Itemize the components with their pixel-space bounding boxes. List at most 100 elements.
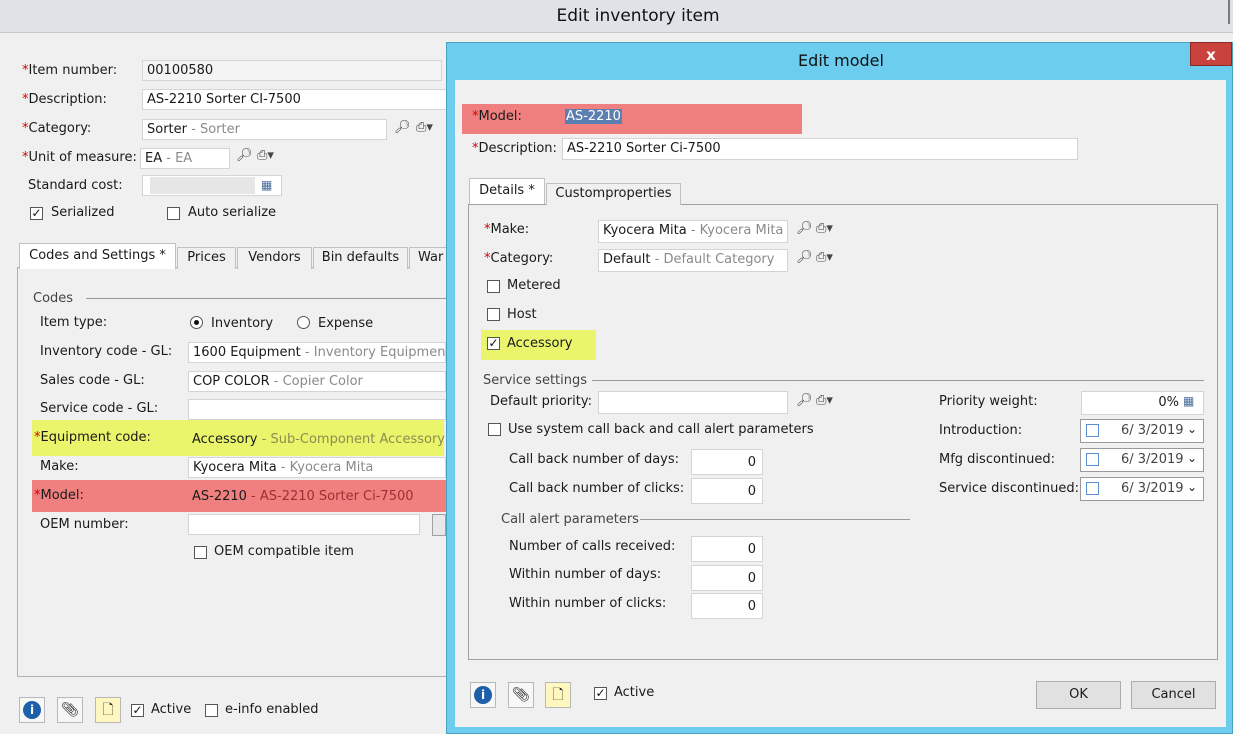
- item-type-inventory-radio[interactable]: [190, 316, 203, 329]
- item-type-inventory-label: Inventory: [211, 316, 274, 331]
- bg-window-title: Edit inventory item: [556, 6, 720, 26]
- tab-prices[interactable]: Prices: [177, 247, 236, 269]
- dialog-model-label: *Model:: [472, 109, 522, 124]
- service-settings-title: Service settings: [483, 373, 588, 388]
- dialog-notes-icon[interactable]: 🗋︎: [545, 682, 571, 708]
- chevron-down-icon[interactable]: ⌄: [1187, 480, 1197, 494]
- within-days-label: Within number of days:: [509, 567, 662, 582]
- sales-code-field[interactable]: COP COLOR - Copier Color: [188, 371, 446, 392]
- item-type-expense-radio[interactable]: [297, 316, 310, 329]
- calls-received-field[interactable]: 0: [691, 536, 763, 562]
- introduction-date[interactable]: 6/ 3/2019 ⌄: [1080, 419, 1204, 443]
- within-days-field[interactable]: 0: [691, 565, 763, 591]
- tab-details[interactable]: Details *: [469, 178, 545, 204]
- make-search-icon[interactable]: 🔎︎: [796, 221, 813, 236]
- inventory-code-field[interactable]: 1600 Equipment - Inventory Equipment: [188, 342, 446, 363]
- use-system-label: Use system call back and call alert para…: [508, 422, 814, 437]
- priority-search-icon[interactable]: 🔎︎: [796, 393, 813, 408]
- category-label: *Category:: [22, 121, 92, 136]
- tab-bin-defaults[interactable]: Bin defaults: [313, 247, 408, 269]
- calls-received-label: Number of calls received:: [509, 539, 676, 554]
- dialog-category-field[interactable]: Default - Default Category: [598, 249, 788, 272]
- introduction-date-checkbox[interactable]: [1086, 424, 1099, 437]
- oem-number-button[interactable]: [432, 514, 446, 536]
- equipment-code-label: *Equipment code:: [34, 430, 151, 445]
- make-dropdown-icon[interactable]: ⎙▾: [816, 221, 833, 236]
- service-discontinued-checkbox[interactable]: [1086, 482, 1099, 495]
- inventory-code-label: Inventory code - GL:: [40, 344, 173, 359]
- dialog-title: Edit model: [798, 51, 884, 70]
- service-settings-divider: [592, 380, 1204, 381]
- service-code-field[interactable]: [188, 399, 446, 420]
- auto-serialize-checkbox[interactable]: [167, 207, 180, 220]
- serialized-checkbox[interactable]: ✓: [30, 207, 43, 220]
- calculator-icon[interactable]: ▦: [261, 178, 272, 192]
- uom-dropdown-icon[interactable]: ⎙▾: [257, 148, 274, 163]
- chevron-down-icon[interactable]: ⌄: [1187, 422, 1197, 436]
- description-field[interactable]: AS-2210 Sorter CI-7500: [142, 89, 447, 110]
- standard-cost-label: Standard cost:: [28, 178, 123, 193]
- attachment-icon[interactable]: 📎︎: [57, 697, 83, 723]
- service-discontinued-text: 6/ 3/2019: [1121, 481, 1184, 496]
- tab-codes-and-settings[interactable]: Codes and Settings *: [19, 243, 176, 269]
- active-checkbox[interactable]: ✓: [131, 704, 144, 717]
- tab-warranty[interactable]: War: [409, 247, 447, 269]
- dialog-description-field[interactable]: AS-2210 Sorter Ci-7500: [562, 138, 1078, 160]
- dialog-description-label: *Description:: [472, 141, 557, 156]
- within-clicks-field[interactable]: 0: [691, 593, 763, 619]
- bg-window-edge: [1228, 0, 1230, 24]
- dialog-make-field[interactable]: Kyocera Mita - Kyocera Mita: [598, 220, 788, 243]
- mfg-discontinued-date[interactable]: 6/ 3/2019 ⌄: [1080, 448, 1204, 472]
- use-system-checkbox[interactable]: [488, 423, 501, 436]
- category-dropdown-icon[interactable]: ⎙▾: [416, 120, 433, 135]
- dialog-model-field[interactable]: AS-2210: [565, 109, 622, 124]
- dialog-category-dropdown-icon[interactable]: ⎙▾: [816, 250, 833, 265]
- oem-compatible-checkbox[interactable]: [194, 546, 207, 559]
- tab-customproperties[interactable]: Customproperties: [546, 183, 681, 205]
- sales-code-label: Sales code - GL:: [40, 373, 145, 388]
- service-code-label: Service code - GL:: [40, 401, 159, 416]
- notes-icon[interactable]: 🗋︎: [95, 697, 121, 723]
- category-search-icon[interactable]: 🔎︎: [394, 120, 411, 135]
- dialog-active-checkbox[interactable]: ✓: [594, 687, 607, 700]
- make-field[interactable]: Kyocera Mita - Kyocera Mita: [188, 457, 446, 478]
- item-type-expense-label: Expense: [318, 316, 374, 331]
- uom-search-icon[interactable]: 🔎︎: [236, 148, 253, 163]
- oem-number-field[interactable]: [188, 514, 420, 535]
- dialog-info-icon[interactable]: i: [470, 682, 496, 708]
- accessory-checkbox[interactable]: ✓: [487, 337, 500, 350]
- host-checkbox[interactable]: [487, 308, 500, 321]
- call-alert-divider: [640, 519, 910, 520]
- ok-button[interactable]: OK: [1036, 681, 1121, 709]
- default-priority-field[interactable]: [598, 391, 788, 414]
- priority-dropdown-icon[interactable]: ⎙▾: [816, 393, 833, 408]
- mfg-discontinued-text: 6/ 3/2019: [1121, 452, 1184, 467]
- close-icon[interactable]: x: [1190, 42, 1232, 66]
- chevron-down-icon[interactable]: ⌄: [1187, 451, 1197, 465]
- callback-days-field[interactable]: 0: [691, 449, 763, 475]
- dialog-attachment-icon[interactable]: 📎︎: [508, 682, 534, 708]
- mfg-discontinued-checkbox[interactable]: [1086, 453, 1099, 466]
- mfg-discontinued-label: Mfg discontinued:: [939, 452, 1055, 467]
- item-number-field[interactable]: 00100580: [142, 60, 442, 81]
- metered-checkbox[interactable]: [487, 280, 500, 293]
- item-number-label: *Item number:: [22, 63, 118, 78]
- service-discontinued-date[interactable]: 6/ 3/2019 ⌄: [1080, 477, 1204, 501]
- dialog-category-search-icon[interactable]: 🔎︎: [796, 250, 813, 265]
- tab-vendors[interactable]: Vendors: [237, 247, 312, 269]
- description-label: *Description:: [22, 92, 107, 107]
- einfo-checkbox[interactable]: [205, 704, 218, 717]
- einfo-label: e-info enabled: [225, 702, 319, 717]
- introduction-label: Introduction:: [939, 423, 1023, 438]
- auto-serialize-label: Auto serialize: [188, 205, 277, 220]
- info-icon[interactable]: i: [19, 697, 45, 723]
- cancel-button[interactable]: Cancel: [1131, 681, 1216, 709]
- call-alert-title: Call alert parameters: [501, 512, 639, 527]
- callback-clicks-label: Call back number of clicks:: [509, 481, 685, 496]
- priority-weight-calculator-icon[interactable]: ▦: [1183, 394, 1194, 408]
- equipment-code-field[interactable]: Accessory - Sub-Component Accessory: [192, 432, 445, 447]
- model-field[interactable]: AS-2210 - AS-2210 Sorter Ci-7500: [192, 489, 414, 504]
- uom-field[interactable]: EA - EA: [140, 148, 230, 169]
- callback-clicks-field[interactable]: 0: [691, 478, 763, 504]
- category-field[interactable]: Sorter - Sorter: [142, 119, 387, 140]
